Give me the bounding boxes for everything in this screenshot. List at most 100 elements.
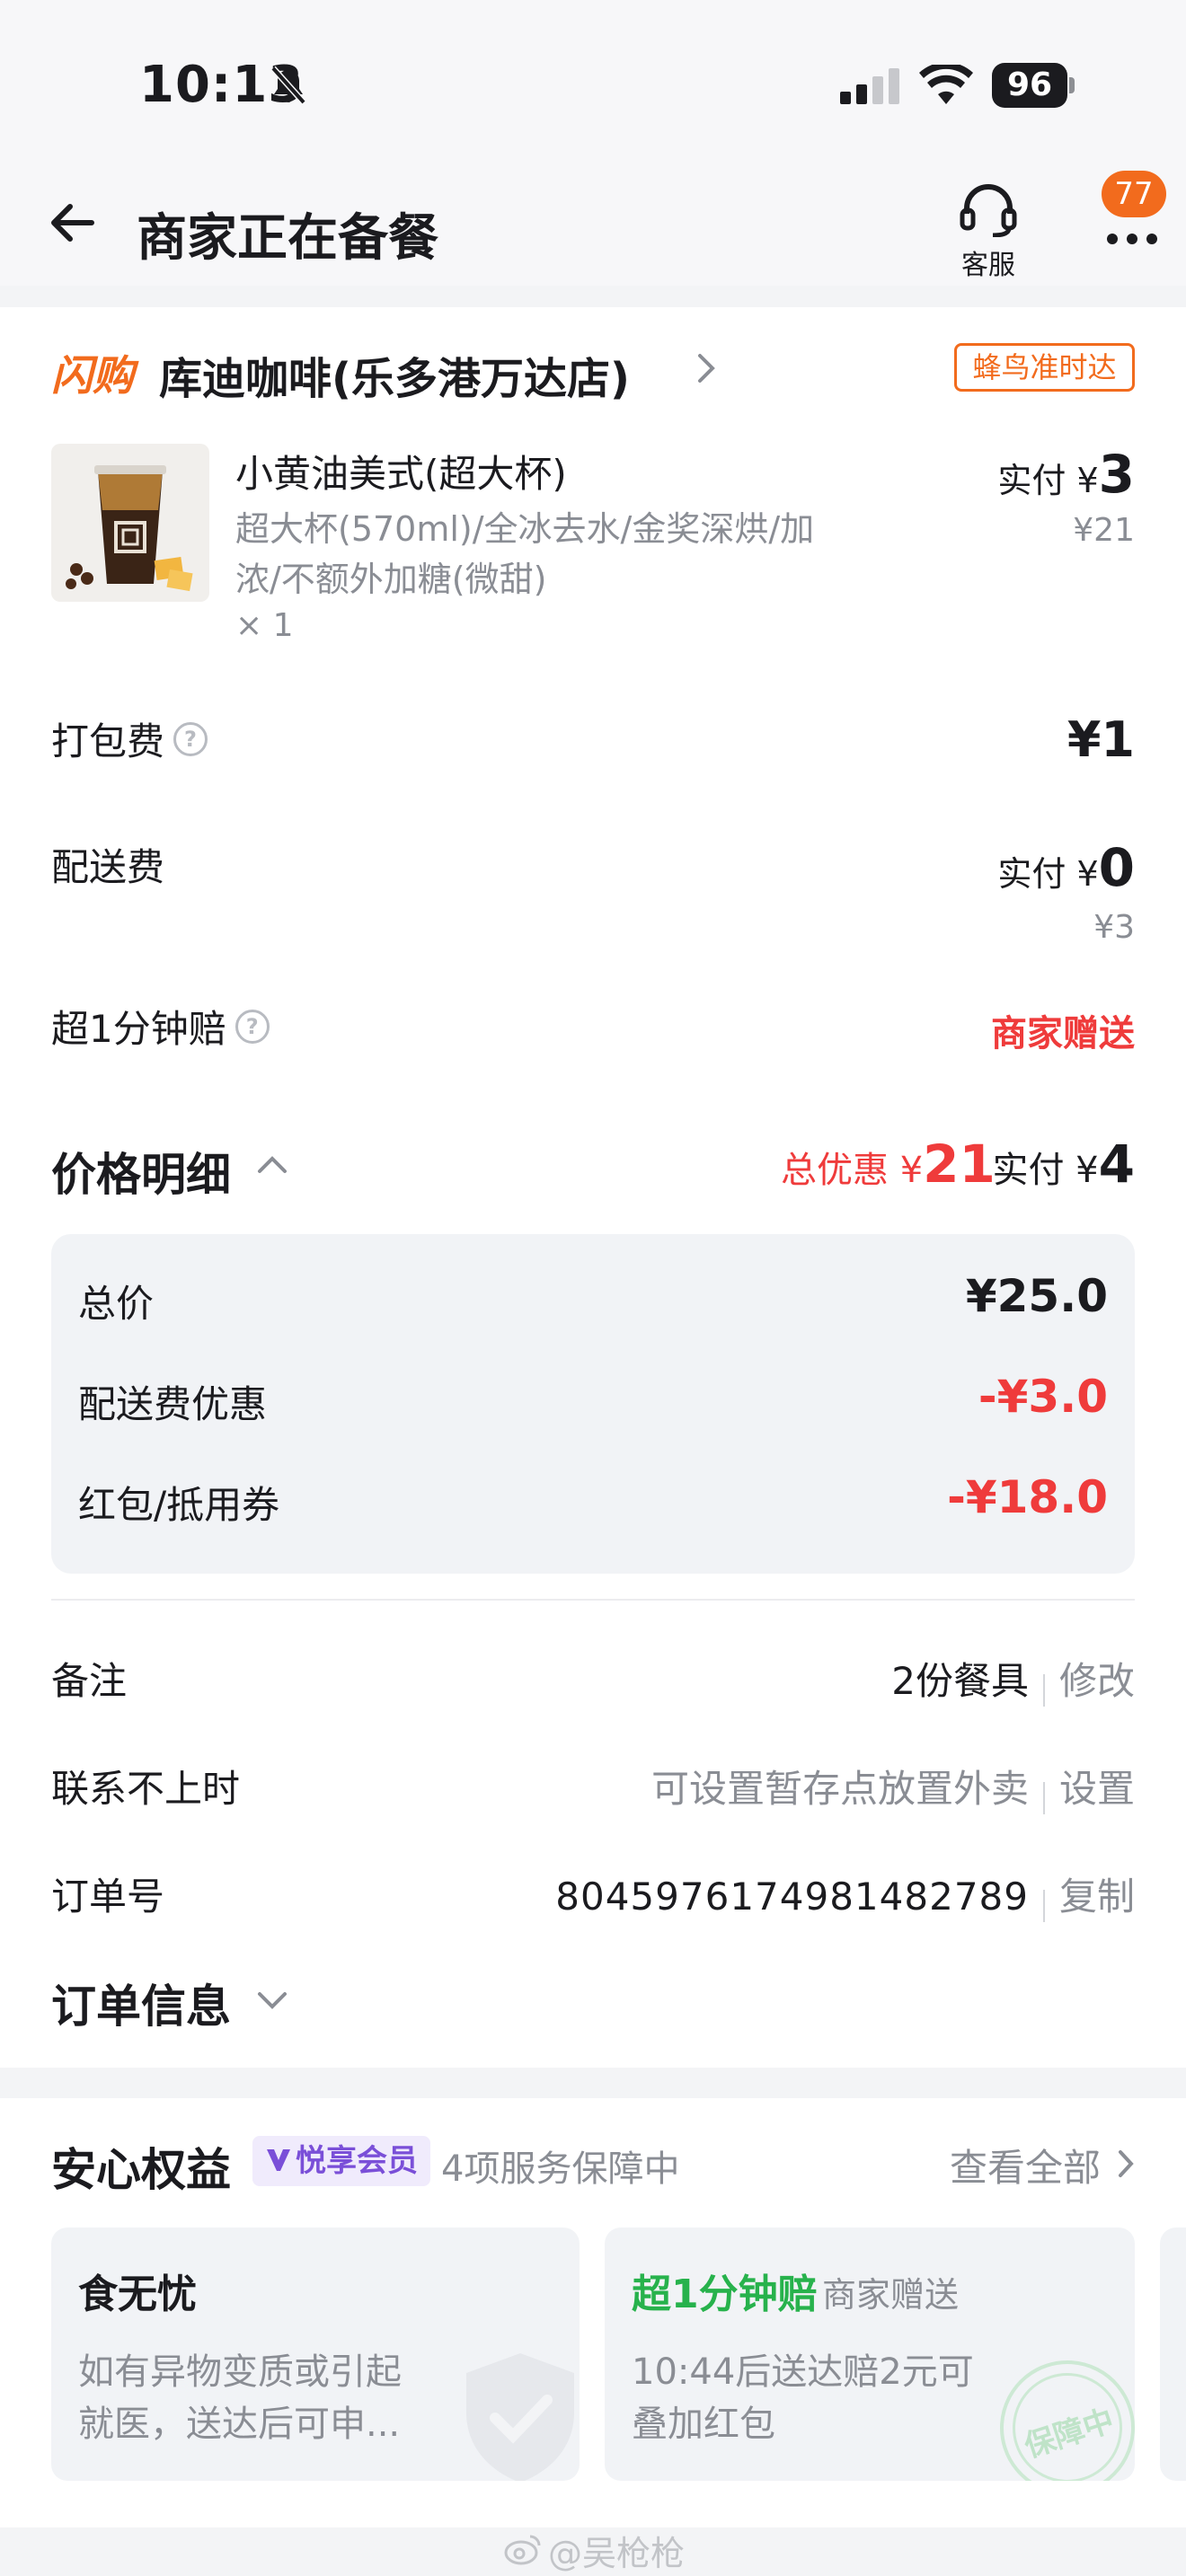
order-item: 小黄油美式(超大杯) 超大杯(570ml)/全冰去水/金奖深烘/加 浓/不额外加… — [51, 444, 1135, 677]
remark-value-group: 2份餐具 修改 — [891, 1651, 1135, 1707]
delivery-fee-paid-amount: 0 — [1098, 837, 1135, 898]
product-image — [51, 444, 209, 602]
assurance-card: 安心权益 悦享会员 4项服务保障中 查看全部 食无忧 如有异物变质或引起 就医，… — [0, 2098, 1186, 2527]
order-number-label: 订单号 — [51, 1875, 165, 1919]
late-compensation-value: 商家赠送 — [991, 1013, 1135, 1054]
assurance-late-compensation-card[interactable]: 超1分钟赔 商家赠送 10:44后送达赔2元可 叠加红包 保障中 — [605, 2228, 1135, 2481]
remark-value: 2份餐具 — [891, 1659, 1029, 1703]
unreachable-row: 联系不上时 可设置暂存点放置外卖 设置 — [51, 1759, 1135, 1814]
assurance-card-peek[interactable] — [1160, 2228, 1186, 2481]
item-paid-amount: 3 — [1098, 444, 1135, 505]
price-row-label: 配送费优惠 — [78, 1382, 268, 1426]
shield-check-icon — [457, 2344, 580, 2481]
delivery-fee-original: ¥3 — [1093, 909, 1135, 946]
remark-label: 备注 — [51, 1659, 128, 1703]
assurance-card-desc-line2: 就医，送达后可申... — [78, 2404, 401, 2445]
order-info-header[interactable]: 订单信息 — [51, 1971, 411, 2033]
store-header[interactable]: 闪购 库迪咖啡(乐多港万达店) 蜂鸟准时达 — [51, 340, 1135, 404]
item-original-price: ¥21 — [1073, 512, 1135, 549]
separator — [1042, 1889, 1045, 1922]
watermark: @吴枪枪 — [503, 2526, 686, 2573]
copy-order-number-button[interactable]: 复制 — [1059, 1875, 1135, 1919]
assurance-card-desc-line1: 如有异物变质或引起 — [78, 2351, 402, 2393]
order-number-row: 订单号 8045976174981482789 复制 — [51, 1866, 1135, 1922]
price-detail-title: 价格明细 — [51, 1149, 231, 1201]
divider — [51, 1599, 1135, 1601]
unreachable-setting-button[interactable]: 设置 — [1059, 1767, 1135, 1811]
unreachable-value: 可设置暂存点放置外卖 — [651, 1767, 1029, 1811]
delivery-fee-row: 配送费 实付 ¥0 ¥3 — [51, 837, 1135, 954]
assurance-card-title: 食无忧 — [78, 2272, 197, 2317]
assurance-card-desc-line2: 叠加红包 — [632, 2404, 775, 2445]
assurance-card-desc-line1: 10:44后送达赔2元可 — [632, 2351, 974, 2393]
packing-fee-value: ¥1 — [1067, 711, 1135, 768]
customer-service-button[interactable]: 客服 — [954, 183, 1022, 282]
help-icon[interactable]: ? — [235, 1009, 270, 1044]
price-row-value: ¥25.0 — [965, 1270, 1108, 1322]
price-row-label: 红包/抵用券 — [78, 1483, 280, 1527]
late-compensation-label: 超1分钟赔 — [51, 1007, 226, 1051]
total-discount-prefix: 总优惠 ¥ — [781, 1150, 924, 1191]
unreachable-label: 联系不上时 — [51, 1767, 241, 1811]
member-logo-icon — [265, 2146, 292, 2176]
order-info-title: 订单信息 — [51, 1981, 231, 2033]
assurance-title: 安心权益 — [51, 2144, 231, 2196]
battery-level: 96 — [1006, 66, 1053, 103]
price-row-value: -¥3.0 — [978, 1371, 1108, 1423]
assurance-card-title: 超1分钟赔 — [632, 2272, 818, 2317]
assurance-card-tag: 商家赠送 — [822, 2275, 960, 2315]
chevron-right-icon — [1117, 2148, 1135, 2183]
guarantee-stamp: 保障中 — [982, 2342, 1135, 2481]
customer-service-label: 客服 — [961, 250, 1015, 281]
price-row-value: -¥18.0 — [947, 1471, 1108, 1523]
watermark-text: @吴枪枪 — [548, 2534, 686, 2573]
price-detail-box: 总价 ¥25.0 配送费优惠 -¥3.0 红包/抵用券 -¥18.0 — [51, 1234, 1135, 1574]
status-bar: 10:13 96 — [0, 0, 1186, 162]
assurance-subtitle: 4项服务保障中 — [441, 2148, 680, 2190]
price-row-coupon: 红包/抵用券 -¥18.0 — [78, 1471, 1108, 1530]
view-all-link[interactable]: 查看全部 — [950, 2138, 1135, 2192]
item-spec-line2: 浓/不额外加糖(微甜) — [235, 560, 547, 599]
back-arrow-icon[interactable] — [47, 198, 97, 251]
wifi-icon — [919, 62, 973, 108]
order-number-value: 8045976174981482789 — [555, 1875, 1029, 1919]
packing-fee-row: 打包费? ¥1 — [51, 711, 1135, 774]
item-paid-prefix: 实付 ¥ — [997, 461, 1099, 500]
separator — [1042, 1781, 1045, 1814]
item-paid: 实付 ¥3 — [997, 444, 1135, 505]
delivery-fee-paid: 实付 ¥0 — [997, 837, 1135, 898]
delivery-badge: 蜂鸟准时达 — [954, 343, 1135, 392]
price-row-delivery-discount: 配送费优惠 -¥3.0 — [78, 1371, 1108, 1429]
more-dots-icon — [1105, 232, 1159, 249]
remark-edit-button[interactable]: 修改 — [1059, 1659, 1135, 1703]
order-number-value-group: 8045976174981482789 复制 — [555, 1866, 1135, 1922]
price-row-total: 总价 ¥25.0 — [78, 1270, 1108, 1328]
remark-row: 备注 2份餐具 修改 — [51, 1651, 1135, 1707]
headset-icon — [958, 183, 1019, 241]
item-name: 小黄油美式(超大杯) — [235, 452, 567, 496]
total-paid: 实付 ¥4 — [992, 1134, 1135, 1195]
assurance-food-safety-card[interactable]: 食无忧 如有异物变质或引起 就医，送达后可申... — [51, 2228, 580, 2481]
packing-fee-label: 打包费 — [51, 719, 165, 763]
battery-icon: 96 — [992, 63, 1075, 108]
cellular-signal-icon — [840, 68, 903, 108]
total-discount-amount: 21 — [923, 1134, 996, 1195]
delivery-fee-paid-prefix: 实付 ¥ — [997, 854, 1099, 894]
late-compensation-row: 超1分钟赔? 商家赠送 — [51, 999, 1135, 1062]
notification-count-badge: 77 — [1102, 171, 1166, 217]
assurance-header: 安心权益 悦享会员 4项服务保障中 查看全部 — [51, 2130, 1135, 2196]
weibo-logo-icon — [503, 2533, 543, 2569]
header: 商家正在备餐 客服 77 — [0, 162, 1186, 286]
chevron-right-icon — [696, 352, 716, 388]
help-icon[interactable]: ? — [173, 721, 208, 756]
price-row-label: 总价 — [78, 1282, 155, 1326]
total-discount: 总优惠 ¥21 — [781, 1134, 996, 1195]
mute-bell-icon — [268, 65, 309, 110]
separator — [1042, 1673, 1045, 1707]
price-detail-header[interactable]: 价格明细 总优惠 ¥21 实付 ¥4 — [51, 1134, 1135, 1202]
more-menu-button[interactable]: 77 — [1096, 171, 1170, 269]
page-title: 商家正在备餐 — [137, 209, 438, 268]
delivery-fee-label: 配送费 — [51, 845, 165, 889]
member-badge: 悦享会员 — [252, 2136, 430, 2186]
total-paid-amount: 4 — [1098, 1134, 1135, 1195]
